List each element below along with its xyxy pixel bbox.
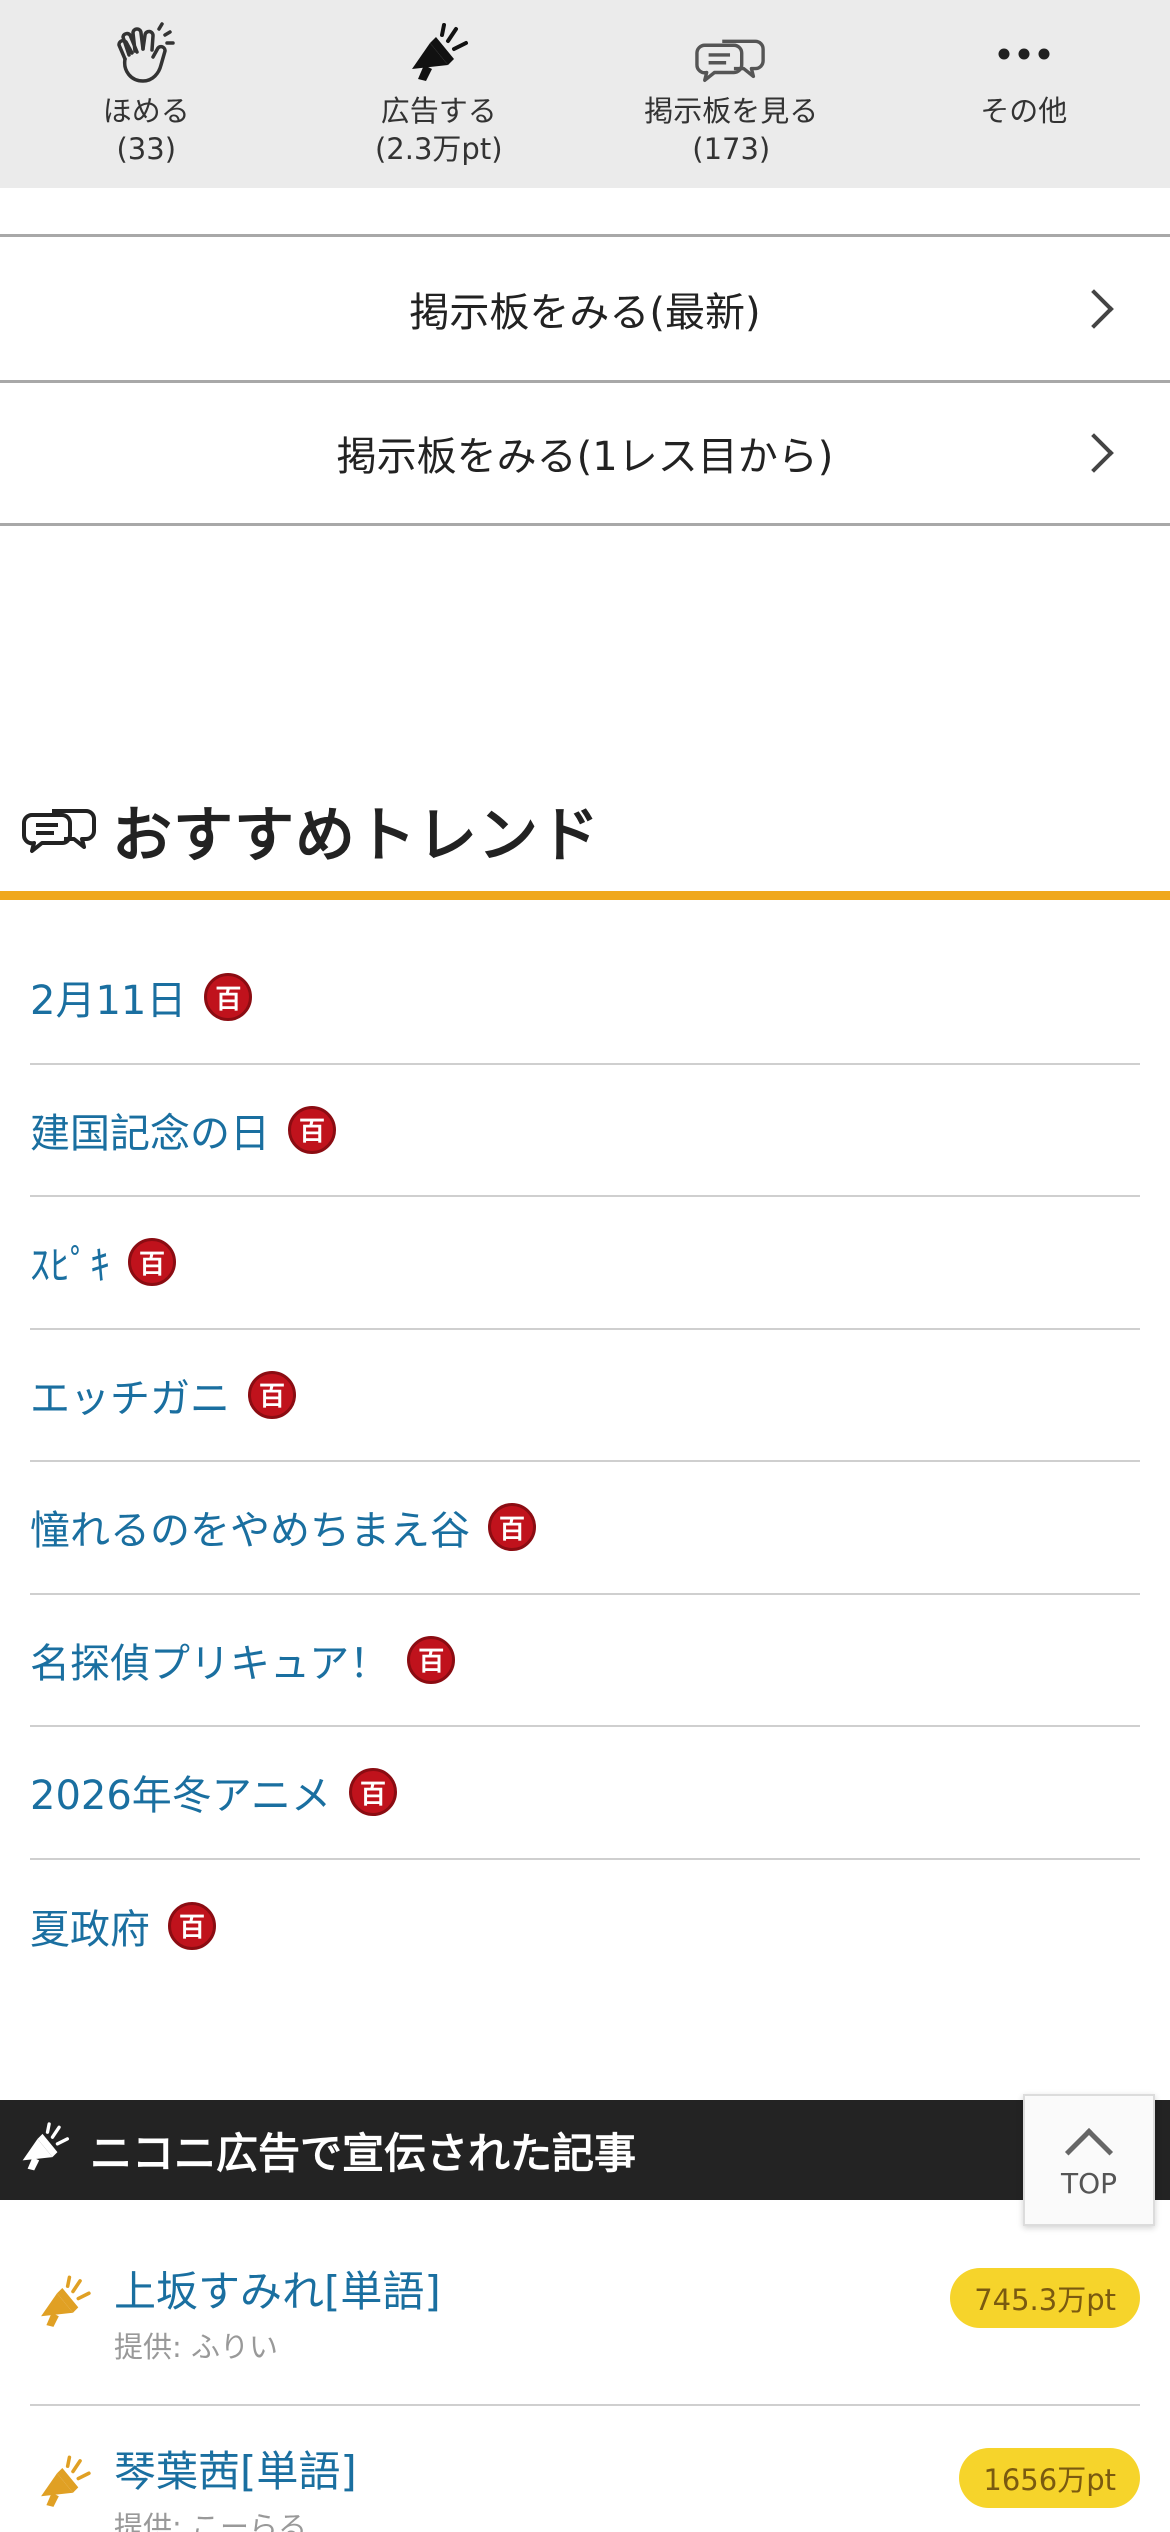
trend-title: おすすめトレンド <box>112 801 600 871</box>
trend-item[interactable]: エッチガニ 百 <box>30 1330 1140 1462</box>
more-label: その他 <box>980 94 1068 128</box>
chat-bubbles-icon <box>22 799 98 863</box>
bbs-latest-link[interactable]: 掲示板をみる(最新) <box>0 234 1170 380</box>
dictionary-badge-icon: 百 <box>168 1901 216 1950</box>
scroll-to-top-button[interactable]: TOP <box>1023 2094 1155 2226</box>
praise-label: ほめる <box>102 94 190 128</box>
dictionary-badge-icon: 百 <box>488 1503 536 1552</box>
dictionary-badge-icon: 百 <box>128 1238 176 1287</box>
trend-item-label[interactable]: 夏政府 <box>30 1897 150 1955</box>
trend-item[interactable]: 建国記念の日 百 <box>30 1065 1140 1197</box>
dictionary-badge-icon: 百 <box>288 1105 336 1154</box>
trend-item-label[interactable]: 名探偵プリキュア！ <box>30 1631 389 1689</box>
action-bar: ほめる (33) 広告する (2.3万pt) 掲示板を見る (173) その他 <box>0 0 1170 188</box>
dictionary-badge-icon: 百 <box>204 973 253 1022</box>
dictionary-badge-icon: 百 <box>349 1768 397 1817</box>
ad-section-title: ニコニ広告で宣伝された記事 <box>90 2128 637 2178</box>
ad-article-title[interactable]: 上坂すみれ[単語] <box>114 2258 441 2319</box>
bbs-latest-label: 掲示板をみる(最新) <box>409 289 761 336</box>
praise-count: (33) <box>116 132 177 166</box>
chevron-right-icon <box>1074 288 1114 329</box>
megaphone-icon <box>34 2452 96 2518</box>
trend-section-header: おすすめトレンド <box>0 770 1170 900</box>
trend-item[interactable]: 憧れるのをやめちまえ谷 百 <box>30 1462 1140 1595</box>
trend-item[interactable]: 夏政府 百 <box>30 1860 1140 1993</box>
more-button[interactable]: その他 <box>878 0 1170 188</box>
view-bbs-label: 掲示板を見る <box>644 94 819 128</box>
trend-item[interactable]: 名探偵プリキュア！ 百 <box>30 1595 1140 1727</box>
ad-article-title[interactable]: 琴葉茜[単語] <box>114 2438 357 2499</box>
more-dots-icon <box>988 18 1060 90</box>
view-bbs-count: (173) <box>692 132 771 166</box>
bbs-first-label: 掲示板をみる(1レス目から) <box>336 434 834 480</box>
view-bbs-button[interactable]: 掲示板を見る (173) <box>585 0 878 188</box>
trend-item-label[interactable]: ｽﾋﾟｷ <box>30 1233 110 1291</box>
praise-button[interactable]: ほめる (33) <box>0 0 293 188</box>
ad-section-header: ニコニ広告で宣伝された記事 <box>0 2100 1170 2200</box>
clap-hands-icon <box>110 18 182 90</box>
ad-provider: 提供: こーらる <box>114 2510 307 2532</box>
trend-item[interactable]: 2026年冬アニメ 百 <box>30 1727 1140 1860</box>
trend-item-label[interactable]: エッチガニ <box>30 1366 230 1424</box>
bbs-first-link[interactable]: 掲示板をみる(1レス目から) <box>0 380 1170 526</box>
ad-provider: 提供: ふりい <box>114 2330 278 2364</box>
megaphone-icon <box>34 2272 96 2338</box>
trend-item[interactable]: ｽﾋﾟｷ 百 <box>30 1197 1140 1330</box>
ad-article-item[interactable]: 上坂すみれ[単語] 提供: ふりい 745.3万pt <box>30 2228 1140 2406</box>
trend-item-label[interactable]: 憧れるのをやめちまえ谷 <box>30 1498 470 1556</box>
trend-item-label[interactable]: 建国記念の日 <box>30 1101 270 1159</box>
ad-points-badge: 1656万pt <box>959 2448 1140 2508</box>
chevron-right-icon <box>1074 433 1114 473</box>
chat-bubbles-icon <box>695 18 767 90</box>
ad-points-badge: 745.3万pt <box>950 2268 1140 2328</box>
ad-article-item[interactable]: 琴葉茜[単語] 提供: こーらる 1656万pt <box>30 2408 1140 2532</box>
trend-list: 2月11日 百 建国記念の日 百 ｽﾋﾟｷ 百 エッチガニ 百 憧れるのをやめち… <box>30 932 1140 1992</box>
dictionary-badge-icon: 百 <box>248 1370 296 1419</box>
megaphone-icon <box>16 2119 74 2181</box>
trend-item-label[interactable]: 2月11日 <box>30 968 186 1026</box>
trend-item-label[interactable]: 2026年冬アニメ <box>30 1763 331 1821</box>
advertise-count: (2.3万pt) <box>374 132 503 166</box>
advertise-button[interactable]: 広告する (2.3万pt) <box>293 0 586 188</box>
dictionary-badge-icon: 百 <box>407 1635 456 1684</box>
trend-item[interactable]: 2月11日 百 <box>30 932 1140 1065</box>
advertise-label: 広告する <box>380 94 497 128</box>
megaphone-icon <box>403 18 475 90</box>
